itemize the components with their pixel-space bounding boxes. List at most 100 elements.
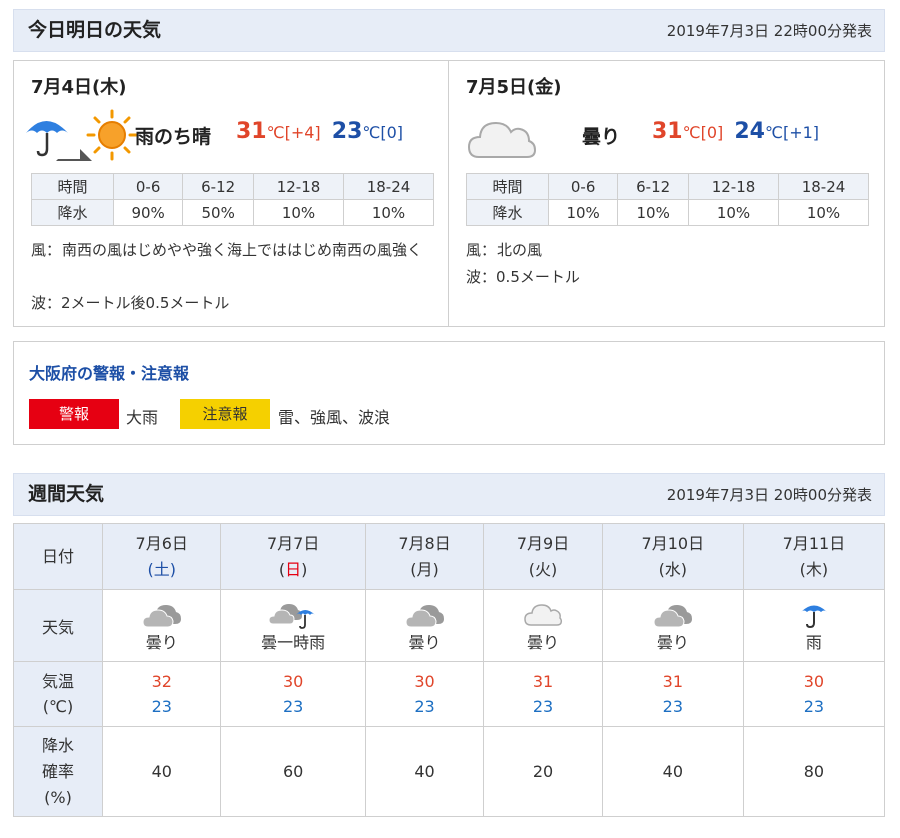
weekly-date-cell: 7月6日 (土) [101,523,222,590]
umbrella-icon [800,605,827,628]
sun-icon [86,109,138,161]
warnings-panel: 大阪府の警報・注意報 警報 大雨 注意報 雷、強風、波浪 [13,341,885,445]
advisory-badge: 注意報 [180,399,270,429]
day2-high: 31℃[0] [652,119,724,144]
weekly-weather-label: 曇り [145,632,178,652]
pop-value-cell: 降水 [31,199,114,226]
weekly-dow: (木) [799,559,829,579]
day1-wave-label: 波： [31,294,62,312]
pop-header-cell: 0-6 [112,173,184,200]
arrow-icon [56,149,92,161]
weekly-temp-cell: 30 23 [220,661,366,727]
table-row: 降水 10% 10% 10% 10% [466,199,869,226]
warning-badge: 警報 [29,399,119,429]
day1-wave: 波：2メートル後0.5メートル [31,292,229,313]
weekly-weather-cell: 雨 [742,589,886,662]
day2-weather: 曇り [582,126,621,148]
row-label-temp-line1: 気温 [41,672,74,691]
cloud-dark-icon [405,604,444,627]
weekly-temp-cell: 31 23 [483,661,603,727]
weekly-date-cell: 7月8日 (月) [364,523,485,590]
weekly-weather-cell: 曇り [483,589,603,662]
weekly-date: 7月7日 [266,533,320,553]
weekly-high: 30 [282,672,304,691]
day1-wind: 風： 南西の風はじめやや強く海上でははじめ南西の風強く [31,237,436,263]
day1-low-unit: ℃ [362,123,381,142]
weekly-weather-label: 曇り [408,632,441,652]
weekly-high: 32 [151,672,172,691]
weekly-low: 23 [414,697,435,716]
weekly-temp-cell: 30 23 [364,661,485,727]
row-label-date: 日付 [13,523,103,590]
day1-date: 7月4日(木) [31,77,127,98]
today-section-header: 今日明日の天気 2019年7月3日 22時00分発表 [13,9,885,52]
pop-header-cell: 0-6 [547,173,619,200]
table-row: 日付 7月6日 (土) 7月7日 (日) 7月8日 (月) 7月9日 (火) 7月10日… [13,523,886,590]
day2-high-value: 31 [652,119,683,144]
weekly-date-cell: 7月10日 (水) [601,523,744,590]
weekly-low: 23 [282,697,304,716]
pop-header-cell: 6-12 [182,173,255,200]
table-row: 降水 90% 50% 10% 10% [31,199,434,226]
day1-weather: 雨のち晴 [135,126,212,148]
day2-high-diff: [0] [700,123,724,142]
weekly-pop-cell: 20 [483,726,603,817]
weekly-date: 7月10日 [641,533,705,553]
warnings-title-link[interactable]: 大阪府の警報・注意報 [29,360,189,384]
day2-wave-label: 波： [466,268,497,286]
weekly-weather-cell: 曇一時雨 [220,589,366,662]
weekly-weather-cell: 曇り [601,589,744,662]
weekly-weather-label: 曇り [656,632,689,652]
weekly-issued-time: 2019年7月3日 20時00分発表 [666,486,872,504]
day1-pop-table: 時間 0-6 6-12 12-18 18-24 降水 90% 50% 10% 1… [31,173,434,226]
weekly-section-header: 週間天気 2019年7月3日 20時00分発表 [13,473,885,516]
pop-value-cell: 50% [182,199,255,226]
day1-panel: 7月4日(木) 雨のち晴 31℃[+4] 23℃[0] 時間 0-6 6-12 … [14,61,449,326]
advisory-text: 雷、強風、波浪 [278,408,391,427]
today-issued-time: 2019年7月3日 22時00分発表 [666,22,872,40]
weekly-pop-cell: 40 [101,726,222,817]
day1-icons [24,105,139,175]
day2-low-diff: [+1] [782,123,820,142]
day2-low-value: 24 [734,119,765,144]
row-label-temp-line2: (℃) [42,697,74,716]
day1-high-unit: ℃ [266,123,285,142]
cloud-umbrella-icon [268,603,316,629]
weekly-weather-cell: 曇り [364,589,485,662]
weekly-date-cell: 7月7日 (日) [220,523,366,590]
weekly-pop-cell: 80 [742,726,886,817]
row-label-rain: 降水 確率 (%) [13,726,103,817]
pop-header-cell: 時間 [31,173,114,200]
day2-low-unit: ℃ [764,123,783,142]
table-row: 降水 確率 (%) 40 60 40 20 40 80 [13,726,886,817]
day2-date: 7月5日(金) [466,77,562,98]
weekly-high: 31 [662,672,683,691]
pop-header-cell: 6-12 [617,173,690,200]
pop-value-cell: 10% [688,199,779,226]
pop-value-cell: 10% [617,199,690,226]
weekly-low: 23 [662,697,683,716]
pop-value-cell: 90% [112,199,184,226]
pop-header-cell: 12-18 [688,173,779,200]
day2-wind: 風： 北の風 [466,237,871,263]
day2-icons [467,105,582,175]
weekly-dow: (水) [658,559,688,579]
day2-pop-table: 時間 0-6 6-12 12-18 18-24 降水 10% 10% 10% 1… [466,173,869,226]
today-section-title: 今日明日の天気 [28,19,162,41]
day1-low-value: 23 [331,119,363,144]
pop-header-cell: 12-18 [253,173,344,200]
weekly-date-cell: 7月9日 (火) [483,523,603,590]
day1-high: 31℃[+4] [236,119,321,144]
day1-wind-label: 風： [31,241,62,259]
row-label-temp: 気温 (℃) [13,661,103,727]
cloud-dark-icon [142,604,181,627]
day1-wind-text: 南西の風はじめやや強く海上でははじめ南西の風強く [62,241,423,259]
weekly-weather-label: 雨 [805,632,822,652]
pop-header-cell: 18-24 [343,173,434,200]
day1-high-value: 31 [236,119,267,144]
pop-header-cell: 時間 [466,173,549,200]
day1-temps: 31℃[+4] 23℃[0] [236,119,403,144]
weekly-weather-label: 曇り [527,632,560,652]
weekly-date: 7月8日 [398,533,451,553]
weekly-pop-cell: 40 [601,726,744,817]
